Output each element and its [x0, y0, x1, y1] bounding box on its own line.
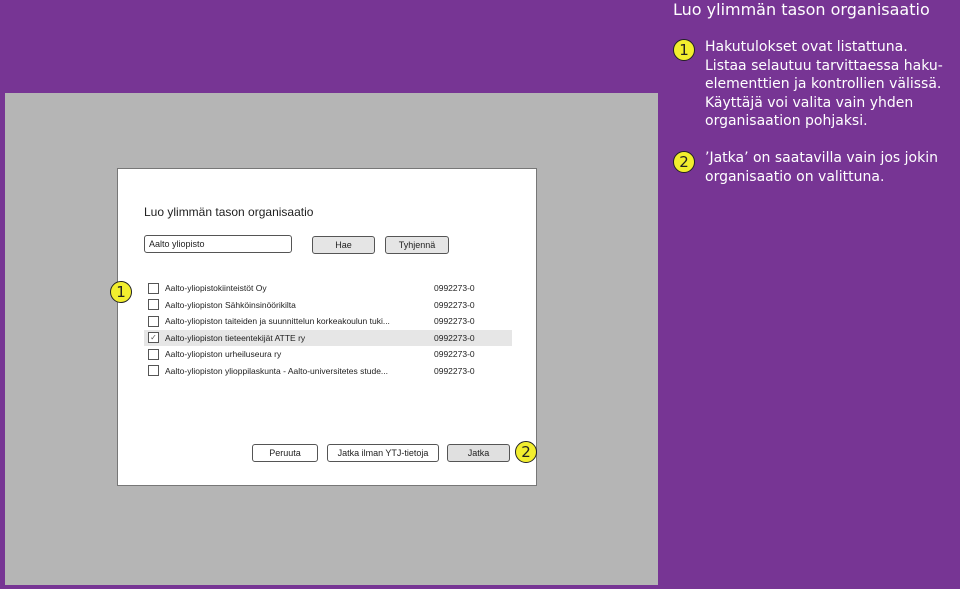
- business-id: 0992273-0: [434, 332, 475, 343]
- results-list: Aalto-yliopistokiinteistöt Oy 0992273-0 …: [144, 280, 512, 379]
- organization-name: Aalto-yliopiston tieteentekijät ATTE ry: [165, 332, 306, 343]
- checkbox[interactable]: [148, 348, 159, 360]
- search-input[interactable]: [144, 235, 292, 253]
- note-line: Listaa selautuu tarvittaessa haku-: [705, 57, 943, 74]
- continue-button[interactable]: Jatka: [447, 444, 510, 462]
- list-item[interactable]: Aalto-yliopiston taiteiden ja suunnittel…: [144, 313, 512, 330]
- business-id: 0992273-0: [434, 299, 475, 310]
- note-line: organisaation pohjaksi.: [705, 113, 868, 129]
- list-item-selected[interactable]: ✓ Aalto-yliopiston tieteentekijät ATTE r…: [144, 329, 512, 346]
- checkbox[interactable]: [148, 365, 159, 377]
- organization-name: Aalto-yliopiston urheiluseura ry: [165, 349, 282, 360]
- note-line: ’Jatka’ on saatavilla vain jos jokin: [705, 150, 938, 166]
- list-item[interactable]: Aalto-yliopiston Sähköinsinöörikilta 099…: [144, 297, 512, 314]
- organization-name: Aalto-yliopiston ylioppilaskunta - Aalto…: [165, 365, 389, 376]
- cancel-button[interactable]: Peruuta: [252, 444, 318, 462]
- annotation-note-2: 2 ’Jatka’ on saatavilla vain jos jokin o…: [673, 149, 938, 186]
- clear-button[interactable]: Tyhjennä: [385, 236, 449, 254]
- dialog-title: Luo ylimmän tason organisaatio: [144, 205, 314, 219]
- annotation-marker-results: 1: [110, 281, 132, 303]
- business-id: 0992273-0: [434, 283, 475, 294]
- organization-name: Aalto-yliopiston taiteiden ja suunnittel…: [165, 316, 390, 327]
- checkbox[interactable]: [148, 299, 159, 311]
- annotation-note-1: 1 Hakutulokset ovat listattuna. Listaa s…: [673, 38, 943, 131]
- organization-name: Aalto-yliopiston Sähköinsinöörikilta: [165, 299, 296, 310]
- list-item[interactable]: Aalto-yliopiston urheiluseura ry 0992273…: [144, 346, 512, 363]
- business-id: 0992273-0: [434, 349, 475, 360]
- annotation-marker-continue: 2: [515, 441, 537, 463]
- continue-without-ytj-button[interactable]: Jatka ilman YTJ-tietoja: [327, 444, 439, 462]
- create-organization-dialog: Luo ylimmän tason organisaatio Hae Tyhje…: [117, 168, 537, 486]
- checkbox-checked[interactable]: ✓: [148, 332, 159, 344]
- list-item[interactable]: Aalto-yliopiston ylioppilaskunta - Aalto…: [144, 363, 512, 380]
- checkbox[interactable]: [148, 282, 159, 294]
- organization-name: Aalto-yliopistokiinteistöt Oy: [165, 283, 267, 294]
- list-item[interactable]: Aalto-yliopistokiinteistöt Oy 0992273-0: [144, 280, 512, 297]
- checkbox[interactable]: [148, 315, 159, 327]
- note-line: organisaatio on valittuna.: [705, 168, 885, 185]
- search-button[interactable]: Hae: [312, 236, 375, 254]
- business-id: 0992273-0: [434, 316, 475, 327]
- annotation-marker-2: 2: [673, 151, 695, 173]
- page-title: Luo ylimmän tason organisaatio: [673, 0, 930, 19]
- note-line: elementtien ja kontrollien välissä.: [705, 76, 942, 92]
- annotation-marker-1: 1: [673, 39, 695, 61]
- business-id: 0992273-0: [434, 365, 475, 376]
- note-line: Hakutulokset ovat listattuna.: [705, 39, 908, 55]
- note-line: Käyttäjä voi valita vain yhden: [705, 94, 914, 111]
